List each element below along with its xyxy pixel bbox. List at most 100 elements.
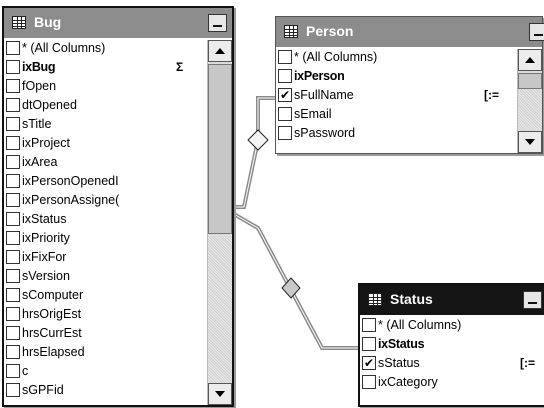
column-row[interactable]: ixPersonAssigne( bbox=[4, 192, 206, 211]
column-checkbox[interactable] bbox=[6, 383, 20, 397]
column-checkbox[interactable] bbox=[6, 155, 20, 169]
column-checkbox[interactable] bbox=[6, 79, 20, 93]
column-row[interactable]: hrsOrigEst bbox=[4, 306, 206, 325]
column-name: ixPerson bbox=[294, 69, 345, 83]
column-name: ixArea bbox=[22, 155, 58, 169]
table-icon bbox=[284, 25, 298, 38]
column-checkbox[interactable] bbox=[6, 269, 20, 283]
column-row[interactable]: ixBug Σ bbox=[4, 59, 206, 78]
person-scrollbar[interactable] bbox=[517, 49, 542, 153]
column-row[interactable]: c bbox=[4, 363, 206, 382]
column-checkbox[interactable] bbox=[278, 50, 292, 64]
column-name: ixStatus bbox=[22, 212, 67, 226]
column-checkbox[interactable] bbox=[278, 87, 292, 103]
column-name: c bbox=[22, 364, 29, 378]
column-row[interactable]: sEmail bbox=[276, 106, 515, 125]
column-row[interactable]: ixFixFor bbox=[4, 249, 206, 268]
status-title-bar[interactable]: Status bbox=[360, 285, 544, 315]
column-row[interactable]: sStatus [:= bbox=[360, 355, 544, 374]
column-checkbox[interactable] bbox=[6, 60, 20, 74]
column-row[interactable]: sVersion bbox=[4, 268, 206, 287]
column-checkbox[interactable] bbox=[6, 41, 20, 55]
column-name: ixFixFor bbox=[22, 250, 67, 264]
column-name: sVersion bbox=[22, 269, 70, 283]
scroll-thumb[interactable] bbox=[208, 64, 232, 234]
output-marker-icon: [:= bbox=[520, 356, 535, 370]
column-checkbox[interactable] bbox=[362, 318, 376, 332]
column-checkbox[interactable] bbox=[362, 337, 376, 351]
column-row[interactable]: sGPFid bbox=[4, 382, 206, 401]
column-row[interactable]: ixStatus bbox=[4, 211, 206, 230]
scroll-down-button[interactable] bbox=[208, 383, 232, 405]
column-checkbox[interactable] bbox=[6, 326, 20, 340]
column-row[interactable]: fOpen bbox=[4, 78, 206, 97]
person-title-bar[interactable]: Person bbox=[276, 17, 544, 47]
column-checkbox[interactable] bbox=[278, 69, 292, 83]
column-name: ixPersonAssigne( bbox=[22, 193, 120, 207]
column-checkbox[interactable] bbox=[6, 174, 20, 188]
column-checkbox[interactable] bbox=[278, 126, 292, 140]
diamond-join-icon[interactable] bbox=[247, 129, 269, 151]
column-name: ixPriority bbox=[22, 231, 70, 245]
column-checkbox[interactable] bbox=[6, 193, 20, 207]
column-checkbox[interactable] bbox=[6, 98, 20, 112]
column-checkbox[interactable] bbox=[6, 231, 20, 245]
column-name: hrsCurrEst bbox=[22, 326, 82, 340]
relationship-bug-status[interactable] bbox=[231, 211, 362, 350]
column-name: sEmail bbox=[294, 107, 332, 121]
column-checkbox[interactable] bbox=[6, 288, 20, 302]
status-column-list: * (All Columns) ixStatus sStatus [:= ixCateg… bbox=[360, 317, 544, 405]
scroll-up-button[interactable] bbox=[518, 49, 542, 71]
column-name: sTitle bbox=[22, 117, 52, 131]
status-table[interactable]: Status * (All Columns) ixStatus sStatus [:=… bbox=[358, 283, 544, 407]
column-row[interactable]: ixCategory bbox=[360, 374, 544, 393]
column-row[interactable]: * (All Columns) bbox=[276, 49, 515, 68]
column-row[interactable]: ixStatus bbox=[360, 336, 544, 355]
column-row[interactable]: * (All Columns) bbox=[4, 40, 206, 59]
bug-title: Bug bbox=[34, 14, 62, 30]
column-name: sStatus bbox=[378, 356, 420, 370]
column-row[interactable]: ixPriority bbox=[4, 230, 206, 249]
column-row[interactable]: hrsElapsed bbox=[4, 344, 206, 363]
column-name: hrsOrigEst bbox=[22, 307, 82, 321]
sigma-icon: Σ bbox=[176, 60, 184, 74]
column-checkbox[interactable] bbox=[6, 117, 20, 131]
person-column-list: * (All Columns) ixPerson sFullName [:= sEmai… bbox=[276, 49, 515, 153]
minimize-button[interactable] bbox=[529, 23, 544, 41]
column-name: ixProject bbox=[22, 136, 70, 150]
column-row[interactable]: ixArea bbox=[4, 154, 206, 173]
column-checkbox[interactable] bbox=[6, 307, 20, 321]
column-row[interactable]: ixPersonOpenedI bbox=[4, 173, 206, 192]
bug-title-bar[interactable]: Bug bbox=[4, 8, 232, 38]
scroll-thumb[interactable] bbox=[518, 73, 542, 89]
column-checkbox[interactable] bbox=[362, 355, 376, 371]
column-row[interactable]: sTitle bbox=[4, 116, 206, 135]
column-name: * (All Columns) bbox=[22, 41, 106, 55]
column-row[interactable]: dtOpened bbox=[4, 97, 206, 116]
scroll-up-button[interactable] bbox=[208, 40, 232, 62]
column-name: sFullName bbox=[294, 88, 354, 102]
column-row[interactable]: hrsCurrEst bbox=[4, 325, 206, 344]
column-row[interactable]: sComputer bbox=[4, 287, 206, 306]
column-checkbox[interactable] bbox=[6, 364, 20, 378]
column-checkbox[interactable] bbox=[6, 345, 20, 359]
column-checkbox[interactable] bbox=[6, 250, 20, 264]
bug-scrollbar[interactable] bbox=[207, 40, 232, 405]
person-table[interactable]: Person * (All Columns) ixPerson sFullName [… bbox=[275, 16, 544, 154]
column-row[interactable]: ixProject bbox=[4, 135, 206, 154]
minimize-button[interactable] bbox=[208, 14, 227, 32]
column-name: ixBug bbox=[22, 60, 56, 74]
column-row[interactable]: ixPerson bbox=[276, 68, 515, 87]
column-checkbox[interactable] bbox=[362, 375, 376, 389]
column-name: sComputer bbox=[22, 288, 84, 302]
minimize-button[interactable] bbox=[523, 291, 542, 309]
column-row[interactable]: sFullName [:= bbox=[276, 87, 515, 106]
arrow-down-icon bbox=[525, 139, 535, 145]
column-row[interactable]: * (All Columns) bbox=[360, 317, 544, 336]
column-checkbox[interactable] bbox=[6, 212, 20, 226]
scroll-down-button[interactable] bbox=[518, 131, 542, 153]
bug-table[interactable]: Bug * (All Columns) ixBug ΣfOpen dtOpened sT… bbox=[2, 6, 234, 407]
column-checkbox[interactable] bbox=[278, 107, 292, 121]
column-row[interactable]: sPassword bbox=[276, 125, 515, 144]
column-checkbox[interactable] bbox=[6, 136, 20, 150]
